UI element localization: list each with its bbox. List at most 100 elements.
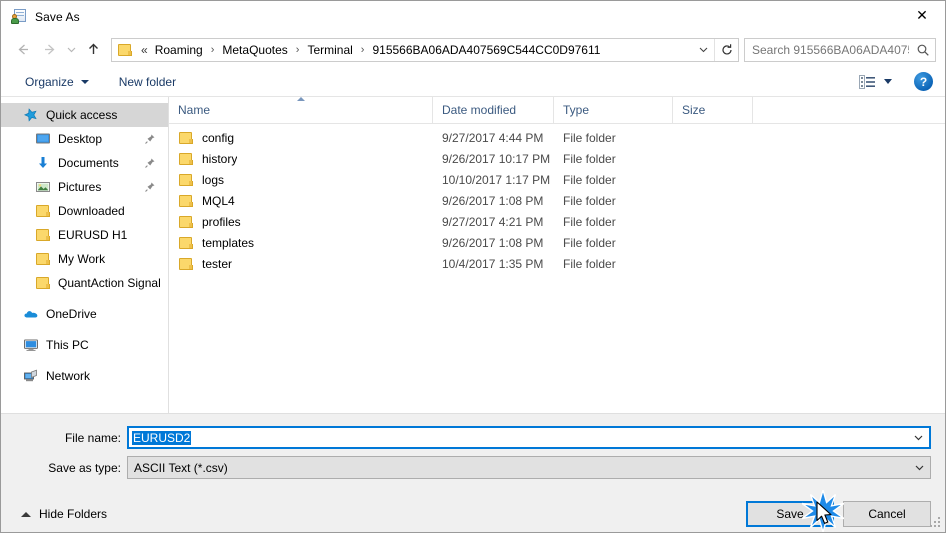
file-name-cell: profiles (169, 215, 433, 229)
sidebar-item-onedrive[interactable]: OneDrive (1, 302, 168, 326)
column-label: Type (563, 103, 590, 117)
sidebar-item-label: Downloaded (58, 204, 125, 218)
address-bar[interactable]: « Roaming › MetaQuotes › Terminal › 9155… (111, 37, 739, 62)
search-icon[interactable] (911, 39, 935, 61)
file-date: 9/26/2017 10:17 PM (442, 151, 551, 166)
breadcrumb-separator[interactable]: › (206, 42, 220, 58)
save-as-type-select[interactable]: ASCII Text (*.csv) (127, 456, 931, 479)
file-name-cell: logs (169, 173, 433, 187)
title-bar: Save As ✕ (1, 1, 945, 32)
sidebar-item-downloaded[interactable]: Downloaded (1, 199, 168, 223)
dialog-button-row: Hide Folders Save Cancel (1, 486, 945, 532)
file-name-text: EURUSD2 (132, 430, 192, 445)
sidebar-item-label: OneDrive (46, 307, 97, 321)
folder-icon (178, 215, 194, 229)
sidebar-item-pictures[interactable]: Pictures (1, 175, 168, 199)
close-button[interactable]: ✕ (899, 1, 945, 31)
address-dropdown-button[interactable] (692, 39, 714, 61)
file-date: 10/4/2017 1:35 PM (442, 256, 544, 271)
file-name-input[interactable]: EURUSD2 (127, 426, 931, 449)
pin-icon[interactable] (144, 181, 156, 193)
search-box[interactable] (744, 37, 936, 62)
change-view-button[interactable] (855, 72, 896, 92)
table-row[interactable]: history 9/26/2017 10:17 PM File folder (169, 148, 945, 169)
file-name-cell: config (169, 131, 433, 145)
up-button[interactable] (80, 37, 106, 63)
file-name-value[interactable]: EURUSD2 (129, 430, 907, 445)
column-header-date-modified[interactable]: Date modified (433, 97, 554, 123)
sidebar-item-this-pc[interactable]: This PC (1, 333, 168, 357)
column-header-name[interactable]: Name (169, 97, 433, 123)
file-name-dropdown-button[interactable] (907, 432, 929, 443)
search-input[interactable] (745, 42, 911, 57)
column-header-size[interactable]: Size (673, 97, 753, 123)
folder-icon (35, 251, 51, 267)
organize-button[interactable]: Organize (17, 71, 97, 93)
column-header-type[interactable]: Type (554, 97, 673, 123)
table-row[interactable]: config 9/27/2017 4:44 PM File folder (169, 127, 945, 148)
table-row[interactable]: logs 10/10/2017 1:17 PM File folder (169, 169, 945, 190)
breadcrumb-separator[interactable]: › (291, 42, 305, 58)
view-layout-icon (859, 74, 875, 89)
sidebar-item-documents[interactable]: Documents (1, 151, 168, 175)
breadcrumb-separator[interactable]: › (356, 42, 370, 58)
chevron-down-icon (915, 465, 923, 471)
star-icon (23, 107, 39, 123)
breadcrumb-item-terminal[interactable]: Terminal (304, 41, 355, 59)
breadcrumb-item-metaquotes[interactable]: MetaQuotes (219, 41, 290, 59)
help-button[interactable]: ? (914, 72, 933, 91)
save-button[interactable]: Save (746, 501, 834, 527)
breadcrumb-item-terminal-id[interactable]: 915566BA06ADA407569C544CC0D97611 (369, 41, 603, 59)
sidebar-item-label: QuantAction Signal (58, 276, 161, 290)
resize-grip[interactable] (930, 517, 942, 529)
back-button[interactable] (10, 37, 36, 63)
sidebar-item-label: Desktop (58, 132, 103, 146)
sidebar-item-label: Quick access (46, 108, 118, 122)
file-name: config (202, 130, 235, 145)
sidebar-item-label: Network (46, 369, 91, 383)
table-row[interactable]: profiles 9/27/2017 4:21 PM File folder (169, 211, 945, 232)
file-name-cell: history (169, 152, 433, 166)
file-name: profiles (202, 214, 241, 229)
file-date: 10/10/2017 1:17 PM (442, 172, 551, 187)
save-as-type-dropdown-button[interactable] (908, 462, 930, 473)
table-row[interactable]: templates 9/26/2017 1:08 PM File folder (169, 232, 945, 253)
recent-locations-button[interactable] (62, 37, 80, 63)
sidebar-item-quick-access[interactable]: Quick access (1, 103, 168, 127)
sidebar-item-my-work[interactable]: My Work (1, 247, 168, 271)
window-title: Save As (35, 9, 80, 24)
chevron-up-icon (21, 511, 31, 517)
cancel-button[interactable]: Cancel (843, 501, 931, 527)
sidebar-item-network[interactable]: Network (1, 364, 168, 388)
file-name: logs (202, 172, 225, 187)
dialog-body: Quick access Desktop Documents Pictures … (1, 97, 945, 413)
refresh-button[interactable] (714, 38, 738, 61)
sidebar-item-desktop[interactable]: Desktop (1, 127, 168, 151)
file-type: File folder (563, 235, 616, 250)
file-type: File folder (563, 256, 616, 271)
sidebar-item-eurusd-h1[interactable]: EURUSD H1 (1, 223, 168, 247)
breadcrumb-item-roaming[interactable]: Roaming (152, 41, 206, 59)
folder-icon (178, 257, 194, 271)
sidebar-item-quantaction-signal[interactable]: QuantAction Signal (1, 271, 168, 295)
refresh-icon (721, 43, 732, 55)
command-toolbar: Organize New folder ? (1, 67, 945, 97)
folder-icon (35, 275, 51, 291)
download-arrow-icon (35, 155, 51, 171)
folder-icon (35, 227, 51, 243)
sidebar-item-label: EURUSD H1 (58, 228, 128, 242)
sidebar-item-label: Documents (58, 156, 119, 170)
new-folder-button[interactable]: New folder (111, 71, 184, 93)
breadcrumb-overflow[interactable]: « (137, 41, 152, 59)
hide-folders-button[interactable]: Hide Folders (17, 504, 111, 524)
file-type: File folder (563, 151, 616, 166)
cloud-icon (23, 306, 39, 322)
pictures-icon (35, 179, 51, 195)
table-row[interactable]: MQL4 9/26/2017 1:08 PM File folder (169, 190, 945, 211)
cancel-label: Cancel (868, 507, 906, 521)
forward-button[interactable] (36, 37, 62, 63)
table-row[interactable]: tester 10/4/2017 1:35 PM File folder (169, 253, 945, 274)
pin-icon[interactable] (144, 133, 156, 145)
pin-icon[interactable] (144, 157, 156, 169)
